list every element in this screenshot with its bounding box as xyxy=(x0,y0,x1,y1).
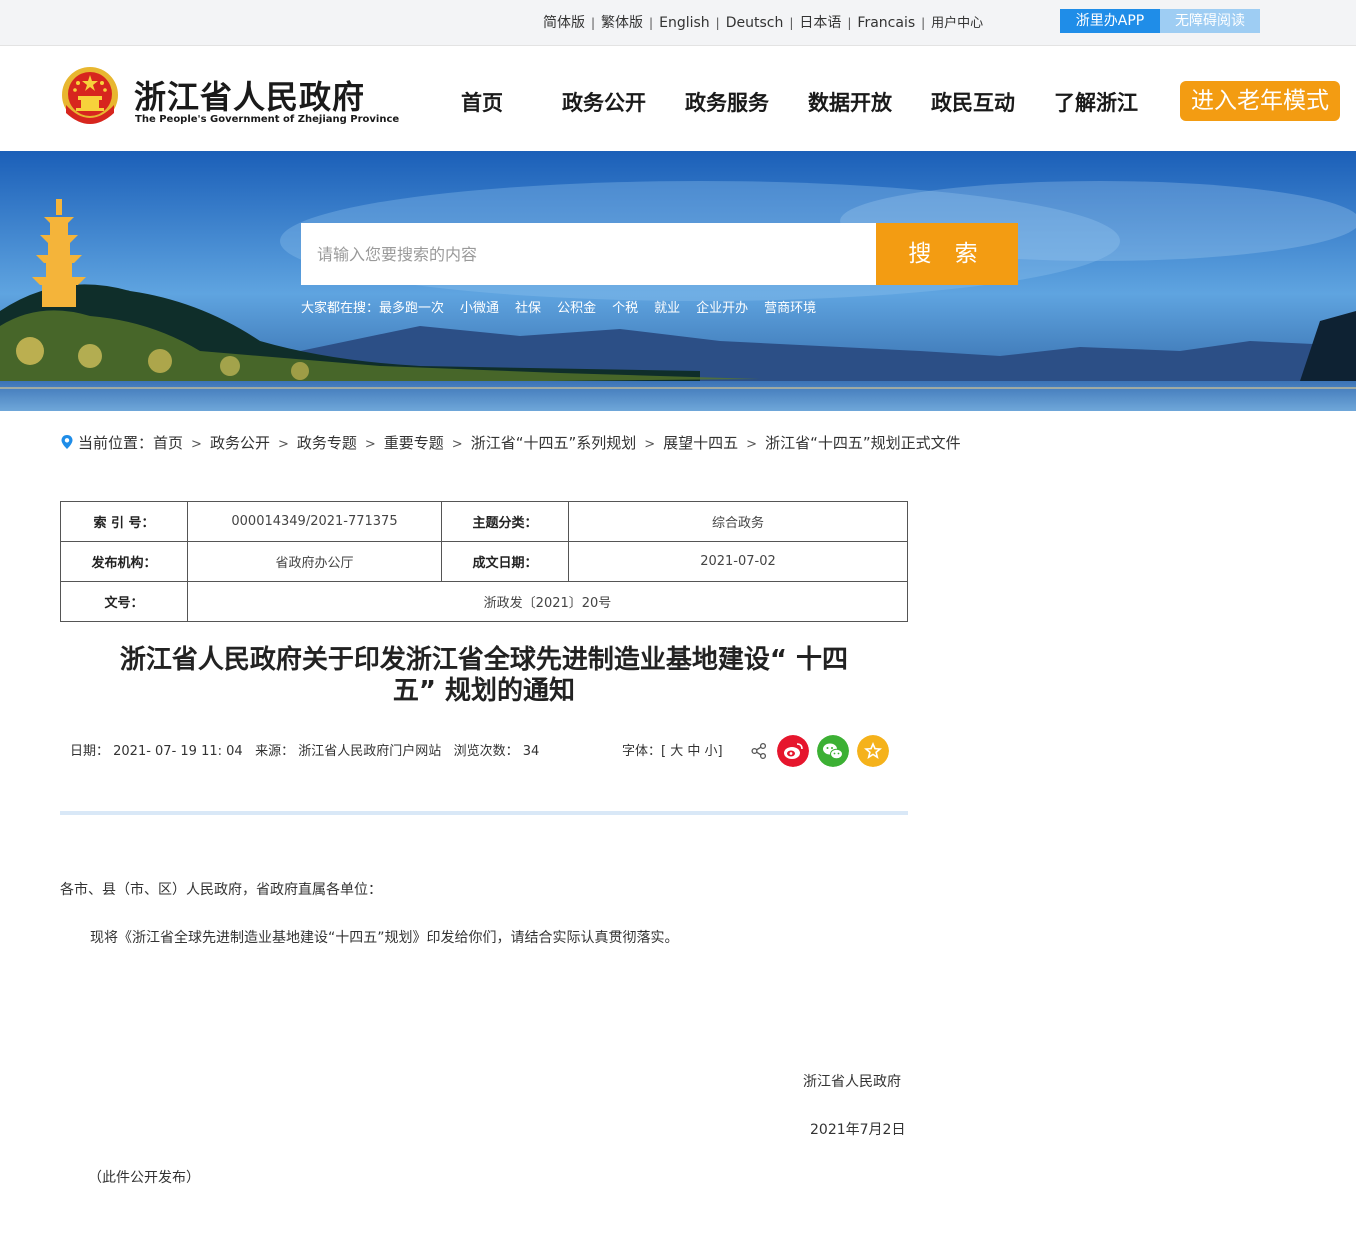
table-row: 索 引 号： 000014349/2021-771375 主题分类： 综合政务 xyxy=(60,501,908,542)
top-utility-bar: 简体版 | 繁体版 | English | Deutsch | 日本语 | Francais | 用户中… xyxy=(0,0,1356,46)
breadcrumb-separator: > xyxy=(277,437,289,452)
site-subtitle: The People's Government of Zhejiang Prov… xyxy=(135,114,400,125)
topic-value: 综合政务 xyxy=(568,501,908,542)
date-label: 成文日期： xyxy=(441,541,569,582)
lang-traditional-link[interactable]: 繁体版 xyxy=(601,12,643,32)
breadcrumb-separator: > xyxy=(191,437,202,452)
separator: | xyxy=(789,16,794,30)
breadcrumb-item[interactable]: 浙江省“十四五”规划正式文件 xyxy=(765,434,961,452)
hot-search-label: 大家都在搜： xyxy=(301,301,380,316)
share-icon[interactable] xyxy=(750,742,768,760)
nav-home[interactable]: 首页 xyxy=(461,87,503,117)
font-size-control[interactable]: 字体：[ 大 中 小] xyxy=(622,740,723,759)
lang-simplified-link[interactable]: 简体版 xyxy=(543,12,585,32)
hot-search-item[interactable]: 营商环境 xyxy=(764,297,816,316)
article-sign-date: 2021年7月2日 xyxy=(810,1122,906,1138)
hot-search-item[interactable]: 最多跑一次 xyxy=(379,297,444,316)
accessibility-button[interactable]: 无障碍阅读 xyxy=(1160,9,1260,33)
article-date: 日期： 2021- 07- 19 11: 04 xyxy=(70,744,243,759)
nav-open-data[interactable]: 数据开放 xyxy=(808,87,892,117)
zheliban-app-button[interactable]: 浙里办APP xyxy=(1060,9,1160,33)
hot-search-item[interactable]: 公积金 xyxy=(557,297,596,316)
search-banner: 搜 索 大家都在搜：最多跑一次小微通社保公积金个税就业企业开办营商环境 xyxy=(0,151,1356,411)
lang-french-link[interactable]: Francais xyxy=(857,15,915,31)
lang-japanese-link[interactable]: 日本语 xyxy=(799,12,841,32)
nav-government-affairs[interactable]: 政务公开 xyxy=(562,87,646,117)
hot-search-item[interactable]: 个税 xyxy=(612,297,638,316)
article-source: 来源： 浙江省人民政府门户网站 xyxy=(255,744,442,759)
article-info: 日期： 2021- 07- 19 11: 04 来源： 浙江省人民政府门户网站 … xyxy=(70,740,539,759)
article-note: （此件公开发布） xyxy=(88,1170,200,1186)
index-value: 000014349/2021-771375 xyxy=(187,501,442,542)
separator: | xyxy=(715,16,720,30)
language-links: 简体版 | 繁体版 | English | Deutsch | 日本语 | Francais | 用户中… xyxy=(543,12,983,32)
national-emblem-icon xyxy=(62,67,118,124)
lang-german-link[interactable]: Deutsch xyxy=(726,15,784,31)
breadcrumb-separator: > xyxy=(746,437,758,452)
weibo-share-icon[interactable] xyxy=(777,735,809,767)
article-title-line: 浙江省人民政府关于印发浙江省全球先进制造业基地建设“ 十四 xyxy=(119,645,849,675)
breadcrumb-item[interactable]: 展望十四五 xyxy=(663,434,738,452)
hot-search-item[interactable]: 企业开办 xyxy=(696,297,748,316)
separator: | xyxy=(649,16,654,30)
article-signature: 浙江省人民政府 xyxy=(803,1074,901,1090)
document-meta-table: 索 引 号： 000014349/2021-771375 主题分类： 综合政务 … xyxy=(60,501,908,622)
nav-interaction[interactable]: 政民互动 xyxy=(931,87,1015,117)
breadcrumb-separator: > xyxy=(644,437,656,452)
separator: | xyxy=(591,16,596,30)
publisher-value: 省政府办公厅 xyxy=(187,541,442,582)
site-header: 浙江省人民政府 The People's Government of Zheji… xyxy=(0,47,1356,151)
date-value: 2021-07-02 xyxy=(568,541,908,582)
article-divider xyxy=(60,811,908,815)
breadcrumb-item[interactable]: 浙江省“十四五”系列规划 xyxy=(471,434,637,452)
wechat-share-icon[interactable] xyxy=(817,735,849,767)
hot-searches: 大家都在搜：最多跑一次 小微通 社保 公积金 个税 就业 企业开办 营商环境 xyxy=(301,297,832,316)
breadcrumb-item[interactable]: 政务公开 xyxy=(210,434,270,452)
search-input[interactable] xyxy=(301,223,876,285)
article-views: 浏览次数： 34 xyxy=(453,744,540,759)
search-button[interactable]: 搜 索 xyxy=(876,223,1018,285)
breadcrumb-item[interactable]: 重要专题 xyxy=(384,434,444,452)
table-row: 文号： 浙政发〔2021〕20号 xyxy=(60,581,908,622)
article-body: 现将《浙江省全球先进制造业基地建设“十四五”规划》印发给你们，请结合实际认真贯彻… xyxy=(90,930,679,946)
nav-government-services[interactable]: 政务服务 xyxy=(685,87,769,117)
breadcrumb-separator: > xyxy=(451,437,463,452)
user-center-link[interactable]: 用户中心 xyxy=(931,12,983,31)
separator: | xyxy=(847,16,852,30)
table-row: 发布机构： 省政府办公厅 成文日期： 2021-07-02 xyxy=(60,541,908,582)
elder-mode-button[interactable]: 进入老年模式 xyxy=(1180,81,1340,121)
publisher-label: 发布机构： xyxy=(60,541,188,582)
article-salutation: 各市、县（市、区）人民政府，省政府直属各单位： xyxy=(60,882,382,898)
doc-number-label: 文号： xyxy=(60,581,188,622)
site-title[interactable]: 浙江省人民政府 xyxy=(134,72,365,118)
hot-search-item[interactable]: 就业 xyxy=(654,297,680,316)
favorite-star-icon[interactable] xyxy=(857,735,889,767)
article-title-line: 五” 规划的通知 xyxy=(392,676,576,706)
breadcrumb-separator: > xyxy=(364,437,376,452)
breadcrumb-item[interactable]: 首页 xyxy=(153,434,183,452)
lang-english-link[interactable]: English xyxy=(659,15,710,31)
hot-search-item[interactable]: 社保 xyxy=(515,297,541,316)
location-pin-icon xyxy=(61,435,73,449)
breadcrumb-label: 当前位置： xyxy=(78,434,154,452)
index-label: 索 引 号： xyxy=(60,501,188,542)
nav-about-zhejiang[interactable]: 了解浙江 xyxy=(1054,87,1138,117)
breadcrumb: 当前位置：首页 > 政务公开 > 政务专题 > 重要专题 > 浙江省“十四五”系列规划 > 展望十四… xyxy=(60,432,961,453)
doc-number-value: 浙政发〔2021〕20号 xyxy=(187,581,908,622)
topic-label: 主题分类： xyxy=(441,501,569,542)
hot-search-item[interactable]: 小微通 xyxy=(460,297,499,316)
article-title: 浙江省人民政府关于印发浙江省全球先进制造业基地建设“ 十四 五” 规划的通知 xyxy=(60,645,908,707)
separator: | xyxy=(921,16,926,30)
breadcrumb-item[interactable]: 政务专题 xyxy=(297,434,357,452)
